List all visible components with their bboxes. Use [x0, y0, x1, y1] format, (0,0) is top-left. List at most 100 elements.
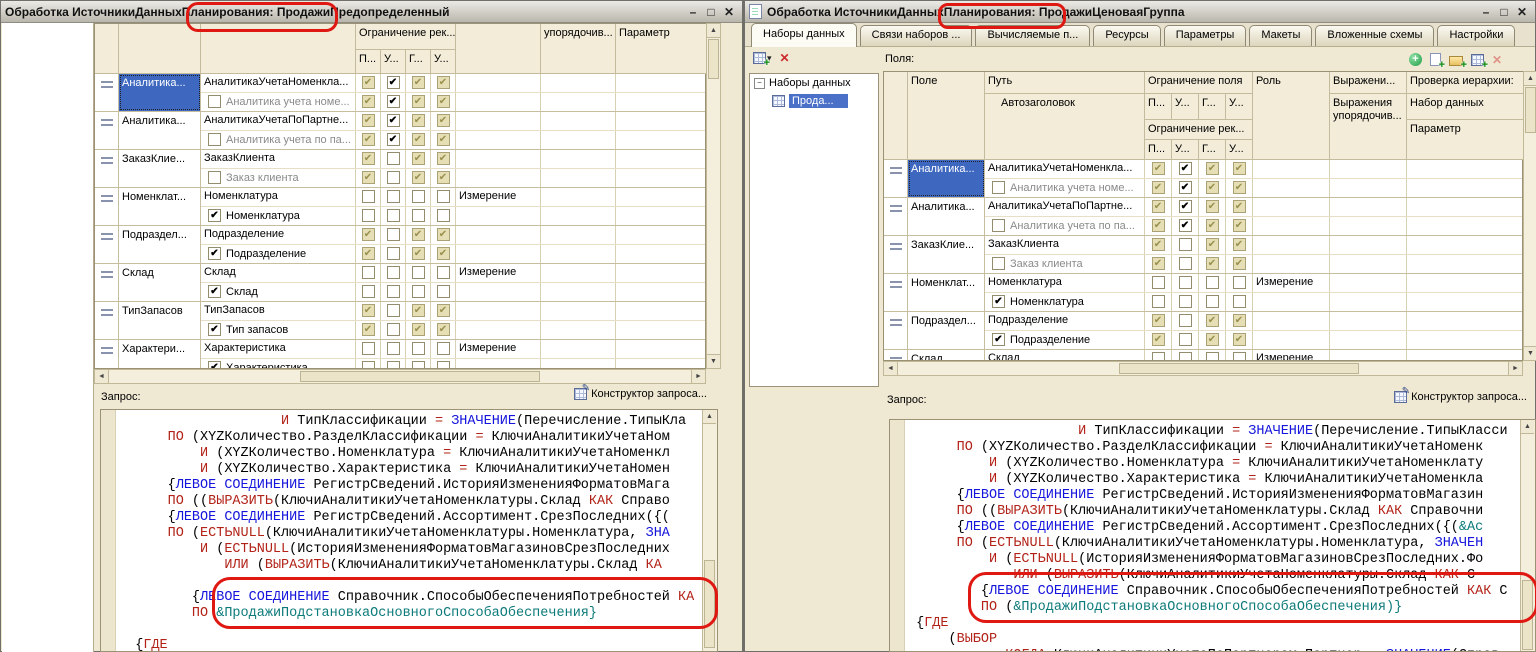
checkbox[interactable]	[1179, 352, 1192, 360]
check-cell[interactable]: ✔	[1172, 160, 1199, 178]
field-extra-cell[interactable]	[616, 207, 705, 225]
field-extra-cell[interactable]	[1407, 236, 1522, 254]
check-cell[interactable]: ✔	[406, 169, 431, 187]
field-extra-cell[interactable]	[541, 359, 616, 368]
checkbox[interactable]	[1179, 333, 1192, 346]
checkbox[interactable]: ✔	[412, 114, 425, 127]
row-handle-cell[interactable]	[884, 274, 908, 311]
field-path-cell[interactable]: АналитикаУчетаПоПартне...	[985, 198, 1145, 216]
check-cell[interactable]: ✔	[1226, 331, 1253, 349]
tree-root-label[interactable]: Наборы данных	[769, 77, 851, 89]
check-cell[interactable]: ✔	[381, 74, 406, 92]
field-sub-row[interactable]: Аналитика учета номе...✔✔✔✔	[985, 179, 1522, 197]
check-cell[interactable]	[381, 207, 406, 225]
field-path-cell[interactable]: Номенклатура	[201, 188, 356, 206]
check-cell[interactable]: ✔	[356, 112, 381, 130]
checkbox[interactable]: ✔	[1206, 238, 1219, 251]
check-cell[interactable]: ✔	[1199, 198, 1226, 216]
check-cell[interactable]	[406, 340, 431, 358]
checkbox[interactable]: ✔	[1233, 238, 1246, 251]
checkbox[interactable]: ✔	[1152, 238, 1165, 251]
field-main-row[interactable]: АналитикаУчетаНоменкла...✔✔✔✔	[201, 74, 705, 93]
field-main-row[interactable]: НоменклатураИзмерение	[201, 188, 705, 207]
field-extra-cell[interactable]	[1407, 179, 1522, 197]
field-extra-cell[interactable]	[1407, 350, 1522, 360]
scroll-thumb[interactable]	[708, 39, 719, 79]
checkbox[interactable]	[387, 228, 400, 241]
checkbox[interactable]	[362, 190, 375, 203]
field-extra-cell[interactable]	[1407, 198, 1522, 216]
field-path-cell[interactable]: Характеристика	[201, 340, 356, 358]
check-cell[interactable]: ✔	[356, 131, 381, 149]
field-name-cell[interactable]: Аналитика...	[119, 74, 201, 111]
field-role-cell[interactable]	[1253, 198, 1330, 216]
field-main-row[interactable]: Подразделение✔✔✔	[985, 312, 1522, 331]
check-cell[interactable]	[356, 340, 381, 358]
check-cell[interactable]	[406, 188, 431, 206]
checkbox[interactable]: ✔	[992, 295, 1005, 308]
field-extra-cell[interactable]	[616, 340, 705, 358]
checkbox[interactable]	[387, 190, 400, 203]
checkbox[interactable]	[387, 266, 400, 279]
checkbox[interactable]	[437, 209, 450, 222]
checkbox[interactable]: ✔	[208, 285, 221, 298]
scroll-thumb[interactable]	[704, 560, 715, 648]
check-cell[interactable]: ✔	[406, 302, 431, 320]
field-subpath-cell[interactable]: ✔Номенклатура	[985, 293, 1145, 311]
check-cell[interactable]	[431, 264, 456, 282]
checkbox[interactable]: ✔	[208, 361, 221, 368]
minimize-button[interactable]: –	[684, 5, 702, 19]
field-extra-cell[interactable]	[1407, 160, 1522, 178]
checkbox[interactable]: ✔	[362, 114, 375, 127]
checkbox[interactable]: ✔	[1152, 200, 1165, 213]
field-main-row[interactable]: ЗаказКлиента✔✔✔	[985, 236, 1522, 255]
checkbox[interactable]: ✔	[362, 247, 375, 260]
field-extra-cell[interactable]	[1330, 217, 1407, 235]
check-cell[interactable]	[381, 264, 406, 282]
field-sub-row[interactable]: ✔Подразделение✔✔✔	[201, 245, 705, 263]
check-cell[interactable]	[381, 150, 406, 168]
checkbox[interactable]	[387, 247, 400, 260]
field-role-cell[interactable]	[456, 150, 541, 168]
field-main-row[interactable]: СкладИзмерение	[201, 264, 705, 283]
checkbox[interactable]: ✔	[1152, 314, 1165, 327]
field-extra-cell[interactable]	[616, 93, 705, 111]
check-cell[interactable]: ✔	[1145, 217, 1172, 235]
field-role-cell[interactable]	[456, 169, 541, 187]
check-cell[interactable]	[431, 340, 456, 358]
check-cell[interactable]	[381, 302, 406, 320]
field-subpath-cell[interactable]: Аналитика учета номе...	[985, 179, 1145, 197]
scroll-up-button[interactable]: ▲	[1524, 72, 1536, 86]
field-main-row[interactable]: ТипЗапасов✔✔✔	[201, 302, 705, 321]
field-path-cell[interactable]: ЗаказКлиента	[201, 150, 356, 168]
field-role-cell[interactable]	[1253, 293, 1330, 311]
field-role-cell[interactable]	[456, 131, 541, 149]
field-role-cell[interactable]: Измерение	[1253, 274, 1330, 292]
field-role-cell[interactable]	[456, 283, 541, 301]
field-subpath-cell[interactable]: Заказ клиента	[201, 169, 356, 187]
check-cell[interactable]: ✔	[1199, 179, 1226, 197]
field-extra-cell[interactable]	[1330, 198, 1407, 216]
check-cell[interactable]: ✔	[1172, 179, 1199, 197]
field-sub-row[interactable]: ✔Характеристика	[201, 359, 705, 368]
checkbox[interactable]: ✔	[387, 95, 400, 108]
check-cell[interactable]: ✔	[381, 93, 406, 111]
field-path-cell[interactable]: АналитикаУчетаПоПартне...	[201, 112, 356, 130]
field-extra-cell[interactable]	[1407, 331, 1522, 349]
check-cell[interactable]: ✔	[1145, 198, 1172, 216]
field-path-cell[interactable]: ТипЗапасов	[201, 302, 356, 320]
check-cell[interactable]	[1172, 293, 1199, 311]
check-cell[interactable]	[431, 359, 456, 368]
scroll-left-button[interactable]: ◄	[95, 370, 109, 383]
field-sub-row[interactable]: ✔Номенклатура	[985, 293, 1522, 311]
checkbox[interactable]	[1179, 276, 1192, 289]
field-extra-cell[interactable]	[541, 207, 616, 225]
tab-4[interactable]: Ресурсы	[1093, 25, 1160, 46]
row-handle-cell[interactable]	[95, 112, 119, 149]
field-subpath-cell[interactable]: ✔Склад	[201, 283, 356, 301]
field-subpath-cell[interactable]: ✔Подразделение	[985, 331, 1145, 349]
checkbox[interactable]: ✔	[208, 209, 221, 222]
checkbox[interactable]: ✔	[1206, 181, 1219, 194]
checkbox[interactable]: ✔	[1206, 162, 1219, 175]
check-cell[interactable]	[381, 283, 406, 301]
